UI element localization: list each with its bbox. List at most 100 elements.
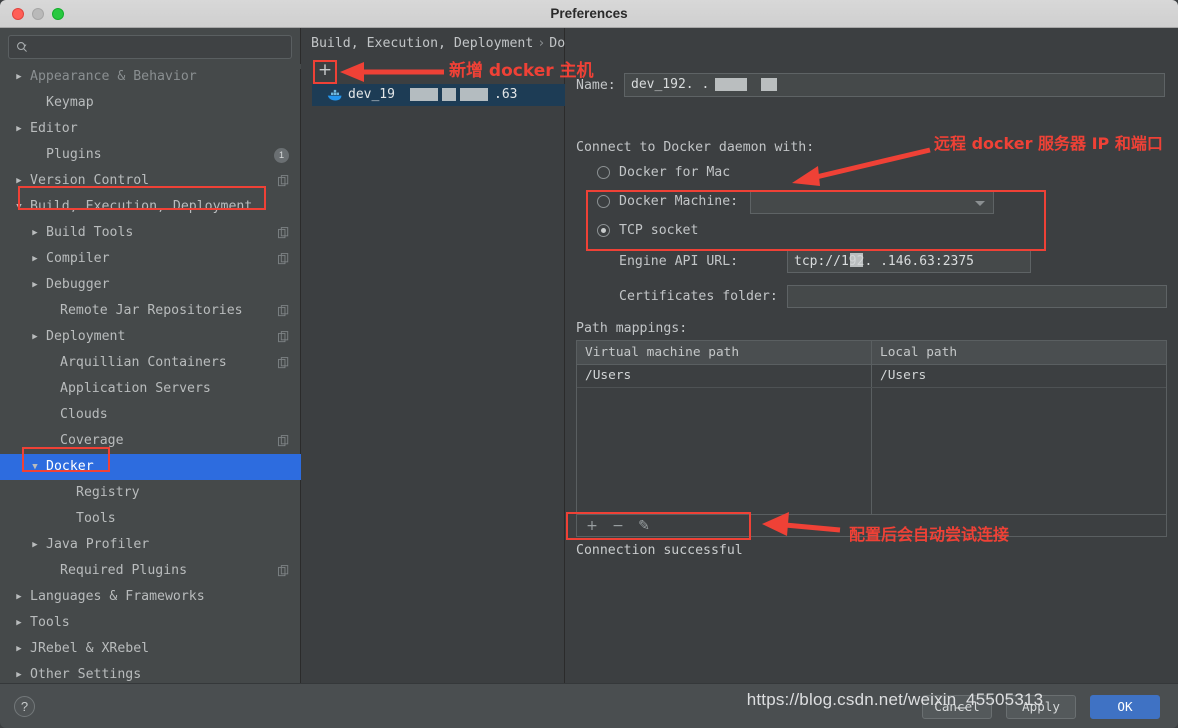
sidebar-item-version-control[interactable]: ▶Version Control	[0, 168, 301, 194]
breadcrumb-root[interactable]: Build, Execution, Deployment	[311, 36, 533, 51]
chevron-down-icon[interactable]: ▼	[14, 194, 24, 220]
search-icon	[16, 41, 29, 54]
remove-mapping-button[interactable]: −	[609, 516, 627, 536]
certificates-folder-field[interactable]	[787, 285, 1167, 308]
add-docker-host-button[interactable]: +	[314, 60, 336, 82]
sidebar-item-application-servers[interactable]: Application Servers	[0, 376, 301, 402]
copy-settings-icon[interactable]	[278, 357, 289, 369]
sidebar-item-label: JRebel & XRebel	[30, 636, 149, 662]
add-mapping-button[interactable]: +	[583, 516, 601, 536]
chevron-right-icon[interactable]: ▶	[14, 116, 24, 142]
copy-settings-icon[interactable]	[278, 331, 289, 343]
sidebar-item-docker[interactable]: ▼Docker	[0, 454, 301, 480]
path-mappings-table: Virtual machine path Local path /Users /…	[576, 340, 1167, 515]
search-box[interactable]	[8, 35, 292, 59]
copy-settings-icon[interactable]	[278, 565, 289, 577]
engine-api-url-field[interactable]: tcp://192. .146.63:2375	[787, 250, 1031, 273]
redaction-block	[715, 78, 747, 91]
radio-docker-machine-label[interactable]: Docker Machine:	[619, 194, 738, 209]
sidebar-item-label: Tools	[30, 610, 70, 636]
engine-api-url-label: Engine API URL:	[619, 254, 738, 269]
sidebar-item-build-execution-deployment[interactable]: ▼Build, Execution, Deployment	[0, 194, 301, 220]
sidebar-item-debugger[interactable]: ▶Debugger	[0, 272, 301, 298]
docker-list-panel: Build, Execution, Deployment›Docker + de…	[301, 28, 565, 683]
radio-docker-machine[interactable]	[597, 195, 610, 208]
chevron-right-icon[interactable]: ▶	[30, 272, 40, 298]
sidebar-item-clouds[interactable]: Clouds	[0, 402, 301, 428]
docker-machine-select[interactable]	[750, 191, 994, 214]
copy-settings-icon[interactable]	[278, 175, 289, 187]
sidebar-item-required-plugins[interactable]: Required Plugins	[0, 558, 301, 584]
sidebar-item-label: Deployment	[46, 324, 125, 350]
list-item[interactable]: dev_19 .63	[312, 84, 565, 106]
sidebar-item-label: Keymap	[46, 90, 94, 116]
settings-sidebar: ▶Appearance & BehaviorKeymap▶EditorPlugi…	[0, 28, 301, 683]
radio-tcp-socket[interactable]	[597, 224, 610, 237]
help-button[interactable]: ?	[14, 696, 35, 717]
copy-settings-icon[interactable]	[278, 435, 289, 447]
sidebar-item-keymap[interactable]: Keymap	[0, 90, 301, 116]
table-row[interactable]: /Users /Users	[577, 365, 1166, 388]
sidebar-item-remote-jar-repositories[interactable]: Remote Jar Repositories	[0, 298, 301, 324]
sidebar-item-jrebel-xrebel[interactable]: ▶JRebel & XRebel	[0, 636, 301, 662]
column-header-local-path[interactable]: Local path	[872, 341, 957, 364]
radio-docker-for-mac-label[interactable]: Docker for Mac	[619, 165, 730, 180]
chevron-right-icon[interactable]: ▶	[30, 246, 40, 272]
sidebar-item-compiler[interactable]: ▶Compiler	[0, 246, 301, 272]
radio-tcp-socket-label[interactable]: TCP socket	[619, 223, 698, 238]
sidebar-item-registry[interactable]: Registry	[0, 480, 301, 506]
redaction-block	[850, 253, 863, 267]
chevron-right-icon[interactable]: ▶	[14, 584, 24, 610]
sidebar-item-arquillian-containers[interactable]: Arquillian Containers	[0, 350, 301, 376]
chevron-right-icon[interactable]: ▶	[30, 220, 40, 246]
docker-detail-panel: Name: dev_192. . Connect to Docker daemo…	[565, 28, 1178, 683]
sidebar-item-build-tools[interactable]: ▶Build Tools	[0, 220, 301, 246]
column-header-virtual-machine-path[interactable]: Virtual machine path	[577, 341, 739, 364]
connect-daemon-label: Connect to Docker daemon with:	[576, 140, 814, 155]
radio-docker-for-mac[interactable]	[597, 166, 610, 179]
certificates-folder-label: Certificates folder:	[619, 289, 778, 304]
chevron-right-icon[interactable]: ▶	[14, 168, 24, 194]
redaction-block	[442, 88, 456, 101]
sidebar-item-coverage[interactable]: Coverage	[0, 428, 301, 454]
name-field[interactable]: dev_192. .	[624, 73, 1165, 97]
sidebar-item-java-profiler[interactable]: ▶Java Profiler	[0, 532, 301, 558]
sidebar-item-deployment[interactable]: ▶Deployment	[0, 324, 301, 350]
chevron-down-icon	[975, 201, 985, 206]
cell-local-path[interactable]: /Users	[872, 365, 926, 387]
copy-settings-icon[interactable]	[278, 227, 289, 239]
connection-status: Connection successful	[576, 543, 743, 558]
chevron-right-icon[interactable]: ▶	[30, 532, 40, 558]
sidebar-item-plugins[interactable]: Plugins1	[0, 142, 301, 168]
window-title: Preferences	[0, 0, 1178, 28]
status-badge: 1	[274, 148, 289, 163]
copy-settings-icon[interactable]	[278, 305, 289, 317]
annotation-label-remote-ip: 远程 docker 服务器 IP 和端口	[934, 130, 1163, 154]
sidebar-item-languages-frameworks[interactable]: ▶Languages & Frameworks	[0, 584, 301, 610]
tree-top-mask	[0, 64, 301, 69]
ok-button[interactable]: OK	[1090, 695, 1160, 719]
sidebar-item-label: Debugger	[46, 272, 110, 298]
sidebar-item-label: Build Tools	[46, 220, 133, 246]
redaction-block	[460, 88, 488, 101]
chevron-right-icon[interactable]: ▶	[30, 324, 40, 350]
sidebar-item-label: Docker	[46, 454, 94, 480]
sidebar-item-tools[interactable]: ▶Tools	[0, 610, 301, 636]
cell-virtual-machine-path[interactable]: /Users	[577, 365, 631, 387]
dialog-body: ▶Appearance & BehaviorKeymap▶EditorPlugi…	[0, 28, 1178, 683]
chevron-right-icon[interactable]: ▶	[14, 636, 24, 662]
search-input[interactable]	[37, 36, 287, 58]
edit-mapping-button[interactable]: ✎	[635, 516, 653, 536]
sidebar-item-label: Arquillian Containers	[60, 350, 227, 376]
chevron-down-icon[interactable]: ▼	[30, 454, 40, 480]
annotation-label-add-host: 新增 docker 主机	[449, 56, 594, 81]
sidebar-item-label: Build, Execution, Deployment	[30, 194, 252, 220]
sidebar-item-label: Coverage	[60, 428, 124, 454]
settings-tree: ▶Appearance & BehaviorKeymap▶EditorPlugi…	[0, 64, 301, 688]
sidebar-item-editor[interactable]: ▶Editor	[0, 116, 301, 142]
copy-settings-icon[interactable]	[278, 253, 289, 265]
sidebar-item-tools[interactable]: Tools	[0, 506, 301, 532]
redaction-block	[761, 78, 777, 91]
sidebar-item-label: Compiler	[46, 246, 110, 272]
chevron-right-icon[interactable]: ▶	[14, 610, 24, 636]
